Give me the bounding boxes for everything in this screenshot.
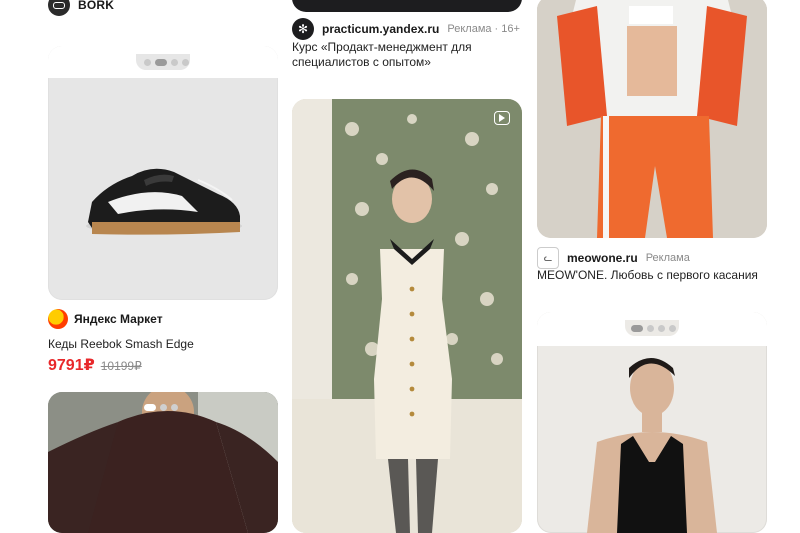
tracksuit-photo [537, 0, 767, 238]
product-card-sweater[interactable] [48, 392, 278, 533]
yandex-market-icon [48, 309, 68, 329]
bork-logo-icon [48, 0, 70, 16]
product-title[interactable]: Кеды Reebok Smash Edge [48, 337, 194, 351]
meow-ad-header[interactable]: ᓚ meowone.ru Реклама [537, 247, 690, 269]
ad-label: Реклама [645, 252, 690, 264]
pager-dot [160, 404, 167, 411]
practicum-card-image[interactable] [292, 0, 522, 12]
old-price: 10199₽ [100, 359, 142, 373]
product-card-dress[interactable] [292, 99, 522, 533]
bork-brand-name: BORK [78, 0, 115, 12]
meowone-cat-icon: ᓚ [537, 247, 559, 269]
practicum-icon: ✻ [292, 18, 314, 40]
bork-ad-header[interactable]: BORK [48, 0, 114, 16]
shop-name: Яндекс Маркет [74, 312, 163, 326]
image-pagination-dots [144, 404, 178, 411]
product-card-tanktop[interactable] [537, 312, 767, 533]
ad-domain: practicum.yandex.ru [322, 22, 440, 36]
current-price: 9791₽ [48, 357, 95, 374]
dress-photo [292, 99, 522, 533]
product-card-shoes[interactable] [48, 46, 278, 300]
video-play-icon[interactable] [494, 111, 510, 125]
ad-description[interactable]: MEOW'ONE. Любовь с первого касания [537, 268, 758, 282]
ad-description[interactable]: Курс «Продакт-менеджмент для специалисто… [292, 40, 522, 70]
product-card-tracksuit[interactable] [537, 0, 767, 238]
tanktop-photo [587, 358, 717, 533]
sneaker-image [86, 168, 242, 235]
price-row: 9791₽ 10199₽ [48, 355, 142, 375]
shop-row[interactable]: Яндекс Маркет [48, 309, 163, 329]
ad-domain: meowone.ru [567, 251, 638, 265]
sweater-photo [48, 392, 278, 533]
pager-dot-active [144, 404, 156, 411]
pager-dot [171, 404, 178, 411]
ad-label: Реклама · 16+ [447, 23, 520, 35]
practicum-ad-header[interactable]: ✻ practicum.yandex.ru Реклама · 16+ [292, 18, 520, 40]
